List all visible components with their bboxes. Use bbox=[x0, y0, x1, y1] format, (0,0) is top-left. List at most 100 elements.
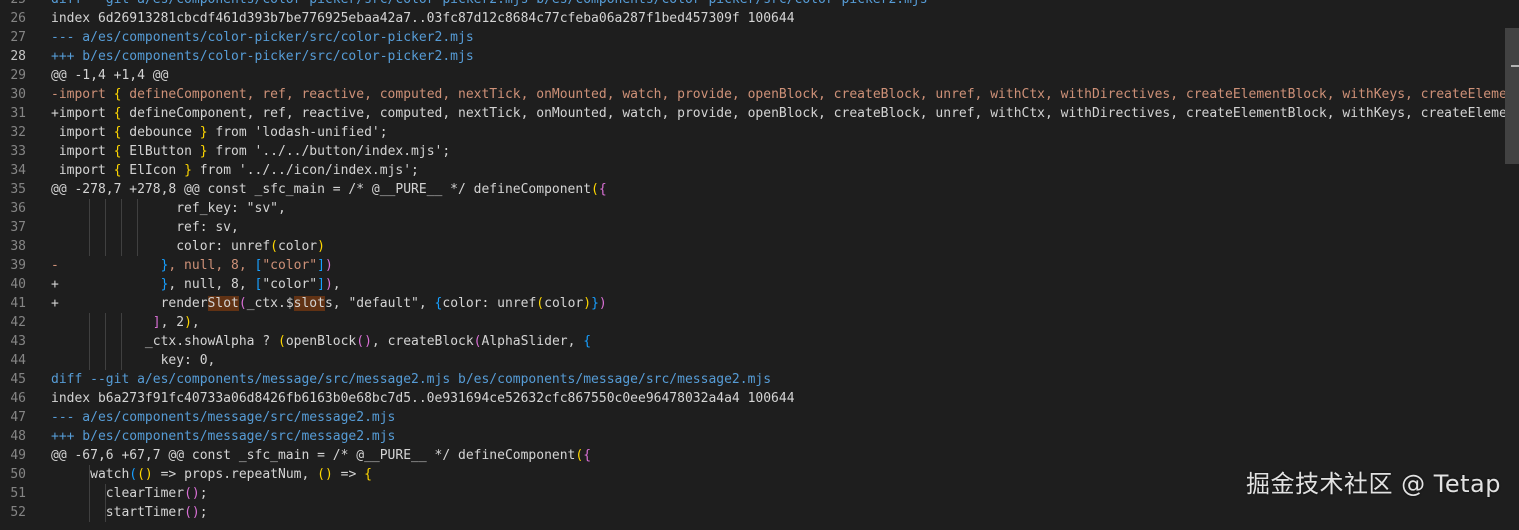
line-number: 43 bbox=[10, 334, 26, 349]
code-token: { bbox=[583, 334, 592, 349]
line-number: 44 bbox=[10, 353, 26, 368]
line-number: 41 bbox=[10, 296, 26, 311]
code-text: _ctx.showAlpha ? (openBlock(), createBlo… bbox=[51, 332, 591, 351]
code-text: key: 0, bbox=[51, 351, 216, 370]
code-line[interactable]: 37 ref: sv, bbox=[0, 218, 1519, 237]
code-token: +++ b/es/components/color-picker/src/col… bbox=[51, 49, 474, 64]
code-token: , null, 8, bbox=[168, 258, 255, 273]
code-line[interactable]: 42 ], 2), bbox=[0, 313, 1519, 332]
code-token: } bbox=[591, 296, 599, 311]
code-token: ) bbox=[583, 296, 592, 311]
code-text: clearTimer(); bbox=[51, 484, 208, 503]
code-token: AlphaSlider, bbox=[481, 334, 584, 349]
code-token: } bbox=[184, 163, 192, 178]
code-text: ref_key: "sv", bbox=[51, 199, 286, 218]
code-token: () bbox=[356, 334, 372, 349]
code-token: ref: sv, bbox=[51, 220, 239, 235]
code-token: () bbox=[184, 486, 200, 501]
code-token: , null, 8, bbox=[168, 277, 255, 292]
code-token: => bbox=[332, 467, 365, 482]
code-token: import bbox=[51, 163, 114, 178]
watermark: 掘金技术社区 @ Tetap bbox=[1246, 470, 1501, 498]
code-line[interactable]: 29 @@ -1,4 +1,4 @@ bbox=[0, 66, 1519, 85]
code-text: + renderSlot(_ctx.$slots, "default", {co… bbox=[51, 294, 607, 313]
code-text: import { debounce } from 'lodash-unified… bbox=[51, 123, 388, 142]
code-token: { bbox=[583, 448, 592, 463]
code-token: } bbox=[199, 144, 208, 159]
vertical-scrollbar[interactable] bbox=[1505, 0, 1519, 517]
code-token: { bbox=[598, 182, 607, 197]
code-line[interactable]: 46 index b6a273f91fc40733a06d8426fb6163b0… bbox=[0, 389, 1519, 408]
code-text: +import { defineComponent, ref, reactive… bbox=[51, 104, 1519, 123]
code-token: => props.repeatNum, bbox=[152, 467, 318, 482]
code-line[interactable]: 40 + }, null, 8, ["color"]), bbox=[0, 275, 1519, 294]
code-token: ( bbox=[129, 467, 138, 482]
find-match-highlight: slot bbox=[293, 296, 325, 311]
code-token: @@ -67,6 +67,7 @@ const _sfc_main = /* @… bbox=[51, 448, 576, 463]
code-line[interactable]: 52 startTimer(); bbox=[0, 503, 1519, 522]
code-line[interactable]: 38 color: unref(color) bbox=[0, 237, 1519, 256]
code-token: ] bbox=[317, 277, 325, 292]
code-text: + }, null, 8, ["color"]), bbox=[51, 275, 341, 294]
code-line[interactable]: 44 key: 0, bbox=[0, 351, 1519, 370]
code-token: index 6d26913281cbcdf461d393b7be776925eb… bbox=[51, 11, 795, 26]
code-line[interactable]: 35 @@ -278,7 +278,8 @@ const _sfc_main = … bbox=[0, 180, 1519, 199]
code-token: ] bbox=[152, 315, 161, 330]
code-token: color: unref bbox=[442, 296, 537, 311]
code-line[interactable]: 48 +++ b/es/components/message/src/messag… bbox=[0, 427, 1519, 446]
code-token: from '../../button/index.mjs'; bbox=[207, 144, 451, 159]
code-token: startTimer bbox=[51, 505, 185, 520]
line-number: 47 bbox=[10, 410, 26, 425]
code-line[interactable]: 31 +import { defineComponent, ref, reacti… bbox=[0, 104, 1519, 123]
code-token: from 'lodash-unified'; bbox=[207, 125, 388, 140]
code-token: ; bbox=[199, 486, 208, 501]
code-line[interactable]: 39 - }, null, 8, ["color"]) bbox=[0, 256, 1519, 275]
code-line[interactable]: 30 -import { defineComponent, ref, reacti… bbox=[0, 85, 1519, 104]
code-line[interactable]: 33 import { ElButton } from '../../butto… bbox=[0, 142, 1519, 161]
scrollbar-thumb[interactable] bbox=[1505, 28, 1519, 164]
code-line[interactable]: 45 diff --git a/es/components/message/src… bbox=[0, 370, 1519, 389]
code-token: openBlock bbox=[285, 334, 357, 349]
code-line[interactable]: 49 @@ -67,6 +67,7 @@ const _sfc_main = /*… bbox=[0, 446, 1519, 465]
code-text: +++ b/es/components/message/src/message2… bbox=[51, 427, 395, 446]
code-token: _ctx.$slots, "default", bbox=[246, 296, 435, 311]
code-text: import { ElIcon } from '../../icon/index… bbox=[51, 161, 419, 180]
code-token: , 2 bbox=[160, 315, 185, 330]
code-token: from '../../icon/index.mjs'; bbox=[191, 163, 419, 178]
code-text: -import { defineComponent, ref, reactive… bbox=[51, 85, 1519, 104]
code-token: { bbox=[364, 467, 372, 482]
code-text: watch(() => props.repeatNum, () => { bbox=[51, 465, 372, 484]
code-line[interactable]: 34 import { ElIcon } from '../../icon/in… bbox=[0, 161, 1519, 180]
code-text: - }, null, 8, ["color"]) bbox=[51, 256, 333, 275]
code-line[interactable]: 28 +++ b/es/components/color-picker/src/c… bbox=[0, 47, 1519, 66]
line-number: 40 bbox=[10, 277, 26, 292]
code-token: key: 0, bbox=[51, 353, 216, 368]
code-text: +++ b/es/components/color-picker/src/col… bbox=[51, 47, 474, 66]
code-text: @@ -67,6 +67,7 @@ const _sfc_main = /* @… bbox=[51, 446, 591, 465]
code-line[interactable]: 32 import { debounce } from 'lodash-unif… bbox=[0, 123, 1519, 142]
line-number: 31 bbox=[10, 106, 26, 121]
code-editor[interactable]: 25 diff --git a/es/components/color-picke… bbox=[0, 0, 1519, 530]
code-token: () bbox=[317, 467, 333, 482]
code-line[interactable]: 26 index 6d26913281cbcdf461d393b7be776925… bbox=[0, 9, 1519, 28]
code-line[interactable]: 41 + renderSlot(_ctx.$slots, "default", {… bbox=[0, 294, 1519, 313]
code-line[interactable]: 36 ref_key: "sv", bbox=[0, 199, 1519, 218]
line-number: 35 bbox=[10, 182, 26, 197]
code-token: } bbox=[199, 125, 208, 140]
line-number: 27 bbox=[10, 30, 26, 45]
find-match-highlight: Slot bbox=[207, 296, 239, 311]
code-line[interactable]: 25 diff --git a/es/components/color-picke… bbox=[0, 0, 1519, 9]
code-token: () bbox=[184, 505, 200, 520]
code-line[interactable]: 27 --- a/es/components/color-picker/src/c… bbox=[0, 28, 1519, 47]
code-line[interactable]: 43 _ctx.showAlpha ? (openBlock(), create… bbox=[0, 332, 1519, 351]
line-number: 51 bbox=[10, 486, 26, 501]
code-token: ) bbox=[324, 277, 333, 292]
code-text: @@ -1,4 +1,4 @@ bbox=[51, 66, 168, 85]
code-token: --- a/es/components/message/src/message2… bbox=[51, 410, 396, 425]
line-number: 39 bbox=[10, 258, 26, 273]
code-token: ElButton bbox=[121, 144, 200, 159]
code-token: , bbox=[191, 315, 200, 330]
line-number: 38 bbox=[10, 239, 26, 254]
code-line[interactable]: 47 --- a/es/components/message/src/messag… bbox=[0, 408, 1519, 427]
code-token: ( bbox=[473, 334, 482, 349]
